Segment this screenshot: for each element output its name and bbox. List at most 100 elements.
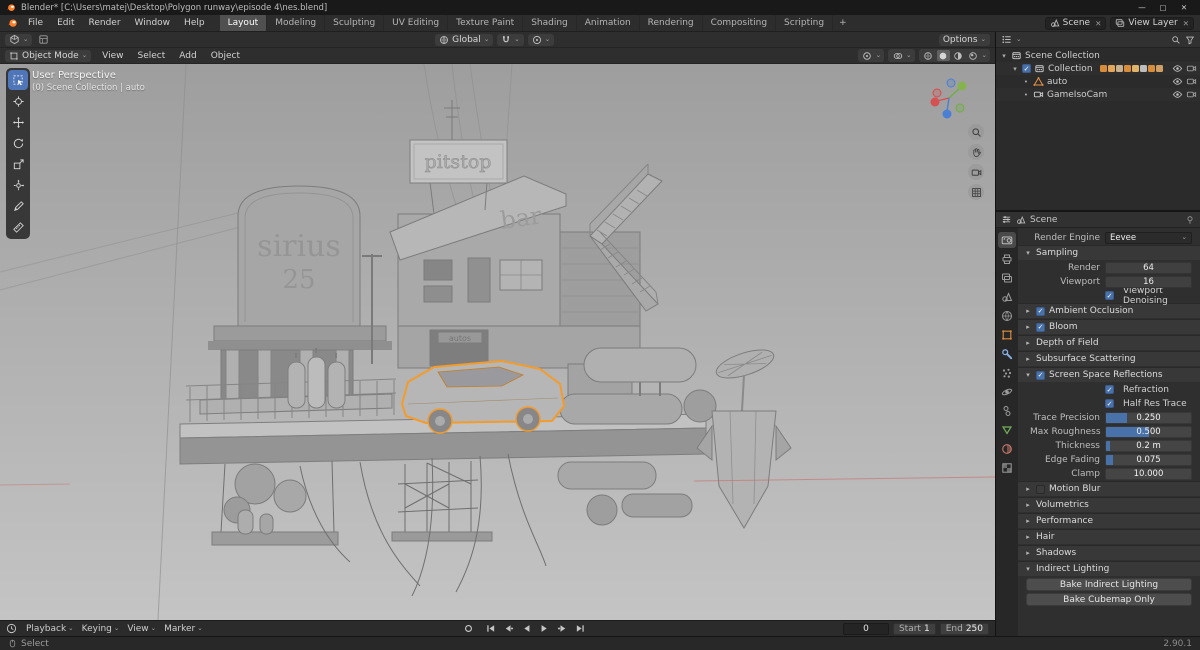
trace-precision-slider[interactable]: 0.250 [1105,411,1192,424]
options-dropdown[interactable]: Options ⌄ [938,33,990,46]
tab-physics[interactable] [998,384,1016,400]
navigation-gizmo[interactable] [927,76,971,123]
workspace-tab-sculpting[interactable]: Sculpting [325,15,385,31]
toggle-eye-icon[interactable] [1172,63,1183,74]
frame-start-field[interactable]: Start 1 [892,622,936,635]
outliner-row-gameisocam[interactable]: • GameIsoCam [996,88,1200,101]
half-res-trace-checkbox[interactable]: ✓ [1105,399,1114,408]
toggle-camera-icon[interactable] [1186,76,1197,87]
filter-funnel-icon[interactable] [1185,35,1195,45]
show-overlays-icon[interactable] [891,50,904,61]
viewport-menu-object[interactable]: Object [204,48,247,63]
section-header-indirect-lighting[interactable]: ▾ Indirect Lighting [1018,561,1200,576]
overlays-toggle-group[interactable]: ⌄ [888,49,915,62]
view-layer-selector[interactable]: View Layer ✕ [1110,16,1194,30]
auto-keying-button[interactable] [460,622,477,635]
expand-icon[interactable]: ▸ [1024,307,1032,315]
section-enable-checkbox[interactable]: ✓ [1036,322,1045,332]
thickness-slider[interactable]: 0.2 m [1105,439,1192,452]
add-workspace-button[interactable]: + [833,18,853,28]
viewport-menu-add[interactable]: Add [172,48,203,63]
section-header-bloom[interactable]: ▸ ✓ Bloom [1018,319,1200,334]
tool-move[interactable] [8,112,28,132]
editor-type-button[interactable]: ⌄ [5,33,33,46]
timeline-menu-view[interactable]: View ⌄ [123,624,160,634]
mode-dropdown[interactable]: Object Mode ⌄ [5,49,92,62]
expand-icon[interactable]: ▸ [1024,339,1032,347]
toggle-camera-icon[interactable] [1186,89,1197,100]
shading-material-icon[interactable] [952,50,965,61]
tab-data[interactable] [998,422,1016,438]
expand-icon[interactable]: ▸ [1024,533,1032,541]
render-engine-dropdown[interactable]: Eevee ⌄ [1105,231,1192,244]
section-header-volumetrics[interactable]: ▸ Volumetrics [1018,497,1200,512]
outliner-editor-icon[interactable] [1001,34,1012,45]
section-enable-checkbox[interactable] [1036,484,1045,494]
tool-annotate[interactable] [8,196,28,216]
tool-history-icon[interactable] [36,34,50,45]
workspace-tab-animation[interactable]: Animation [577,15,640,31]
section-header-hair[interactable]: ▸ Hair [1018,529,1200,544]
gizmo-toggle-group[interactable]: ⌄ [857,49,885,62]
clear-scene-icon[interactable]: ✕ [1093,19,1101,28]
tool-measure[interactable] [8,217,28,237]
section-enable-checkbox[interactable]: ✓ [1036,306,1045,316]
outliner-row-auto[interactable]: • auto [996,75,1200,88]
tool-rotate[interactable] [8,133,28,153]
viewport-menu-view[interactable]: View [95,48,130,63]
collection-checkbox[interactable]: ✓ [1022,64,1031,73]
bake-indirect-lighting-button[interactable]: Bake Indirect Lighting [1026,578,1192,591]
viewport-menu-select[interactable]: Select [131,48,173,63]
blender-menu-icon[interactable] [4,18,21,29]
tool-cursor[interactable] [8,91,28,111]
minimize-button[interactable]: — [1132,1,1152,14]
play-reverse-button[interactable] [518,622,535,635]
proportional-editing-toggle[interactable]: ⌄ [527,33,555,46]
edge-fading-slider[interactable]: 0.075 [1105,453,1192,466]
menu-help[interactable]: Help [177,15,212,31]
timeline-menu-playback[interactable]: Playback ⌄ [22,624,78,634]
toggle-eye-icon[interactable] [1172,76,1183,87]
refraction-checkbox[interactable]: ✓ [1105,385,1114,394]
section-header-subsurface-scattering[interactable]: ▸ Subsurface Scattering [1018,351,1200,366]
toggle-perspective-button[interactable] [968,184,984,200]
outliner-row-scene-collection[interactable]: ▾ Scene Collection [996,49,1200,62]
collapse-icon[interactable]: ▾ [1000,52,1008,60]
tab-material[interactable] [998,441,1016,457]
section-enable-checkbox[interactable]: ✓ [1036,370,1045,380]
jump-end-button[interactable] [572,622,589,635]
tab-render[interactable] [998,232,1016,248]
collapse-icon[interactable]: ▾ [1024,565,1032,573]
workspace-tab-texture-paint[interactable]: Texture Paint [448,15,524,31]
current-frame-field[interactable]: 0 [842,622,889,635]
play-forward-button[interactable] [536,622,553,635]
toggle-camera-icon[interactable] [1186,63,1197,74]
section-header-shadows[interactable]: ▸ Shadows [1018,545,1200,560]
section-header-depth-of-field[interactable]: ▸ Depth of Field [1018,335,1200,350]
tab-texture[interactable] [998,460,1016,476]
menu-render[interactable]: Render [82,15,128,31]
shading-wireframe-icon[interactable] [922,50,935,61]
timeline-menu-keying[interactable]: Keying ⌄ [78,624,124,634]
scene-gas-bottles[interactable] [287,348,346,409]
menu-edit[interactable]: Edit [50,15,81,31]
viewport-denoising-checkbox[interactable]: ✓ [1105,291,1114,300]
viewport-3d[interactable]: sirius 25 bar autos pitstop User Perspec… [0,64,995,620]
section-header-sampling[interactable]: ▾ Sampling [1018,245,1200,260]
properties-editor-icon[interactable] [1001,214,1012,225]
jump-start-button[interactable] [482,622,499,635]
toggle-eye-icon[interactable] [1172,89,1183,100]
pin-icon[interactable] [1185,215,1195,225]
shading-rendered-icon[interactable] [967,50,980,61]
workspace-tab-scripting[interactable]: Scripting [776,15,834,31]
collapse-icon[interactable]: ▾ [1011,65,1019,73]
expand-icon[interactable]: ▸ [1024,549,1032,557]
viewport-canvas[interactable]: sirius 25 bar autos pitstop [0,64,995,620]
zoom-button[interactable] [968,124,984,140]
scene-building-pitstop[interactable]: bar autos [389,175,641,369]
tool-select-box[interactable] [8,70,28,90]
expand-icon[interactable]: ▸ [1024,355,1032,363]
prev-keyframe-button[interactable] [500,622,517,635]
clear-view-layer-icon[interactable]: ✕ [1181,19,1189,28]
tool-scale[interactable] [8,154,28,174]
